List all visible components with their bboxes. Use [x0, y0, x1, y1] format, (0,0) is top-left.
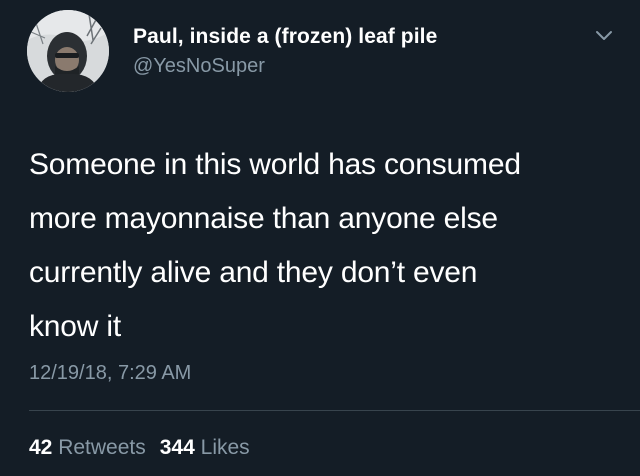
tweet-text-line: more mayonnaise than anyone else: [29, 202, 498, 235]
tweet-timestamp[interactable]: 12/19/18, 7:29 AM: [29, 362, 191, 385]
tweet-text-line: know it: [29, 310, 121, 343]
likes-stat[interactable]: 344 Likes: [160, 436, 250, 460]
likes-label: Likes: [200, 436, 250, 459]
divider: [29, 410, 640, 411]
tweet-stats: 42 Retweets 344 Likes: [29, 436, 250, 460]
retweets-stat[interactable]: 42 Retweets: [29, 436, 146, 460]
avatar-photo: [27, 10, 109, 92]
retweets-count: 42: [29, 436, 53, 459]
tweet-text-line: currently alive and they don’t even: [29, 256, 478, 289]
chevron-down-icon[interactable]: [592, 27, 616, 45]
retweets-label: Retweets: [58, 436, 146, 459]
likes-count: 344: [159, 436, 195, 459]
tweet-card: Paul, inside a (frozen) leaf pile @YesNo…: [0, 0, 640, 476]
tweet-text-line: Someone in this world has consumed: [29, 148, 521, 181]
tweet-text: Someone in this world has consumed more …: [29, 138, 629, 354]
avatar[interactable]: [27, 10, 109, 92]
display-name[interactable]: Paul, inside a (frozen) leaf pile: [133, 25, 437, 49]
user-handle[interactable]: @YesNoSuper: [133, 55, 265, 78]
